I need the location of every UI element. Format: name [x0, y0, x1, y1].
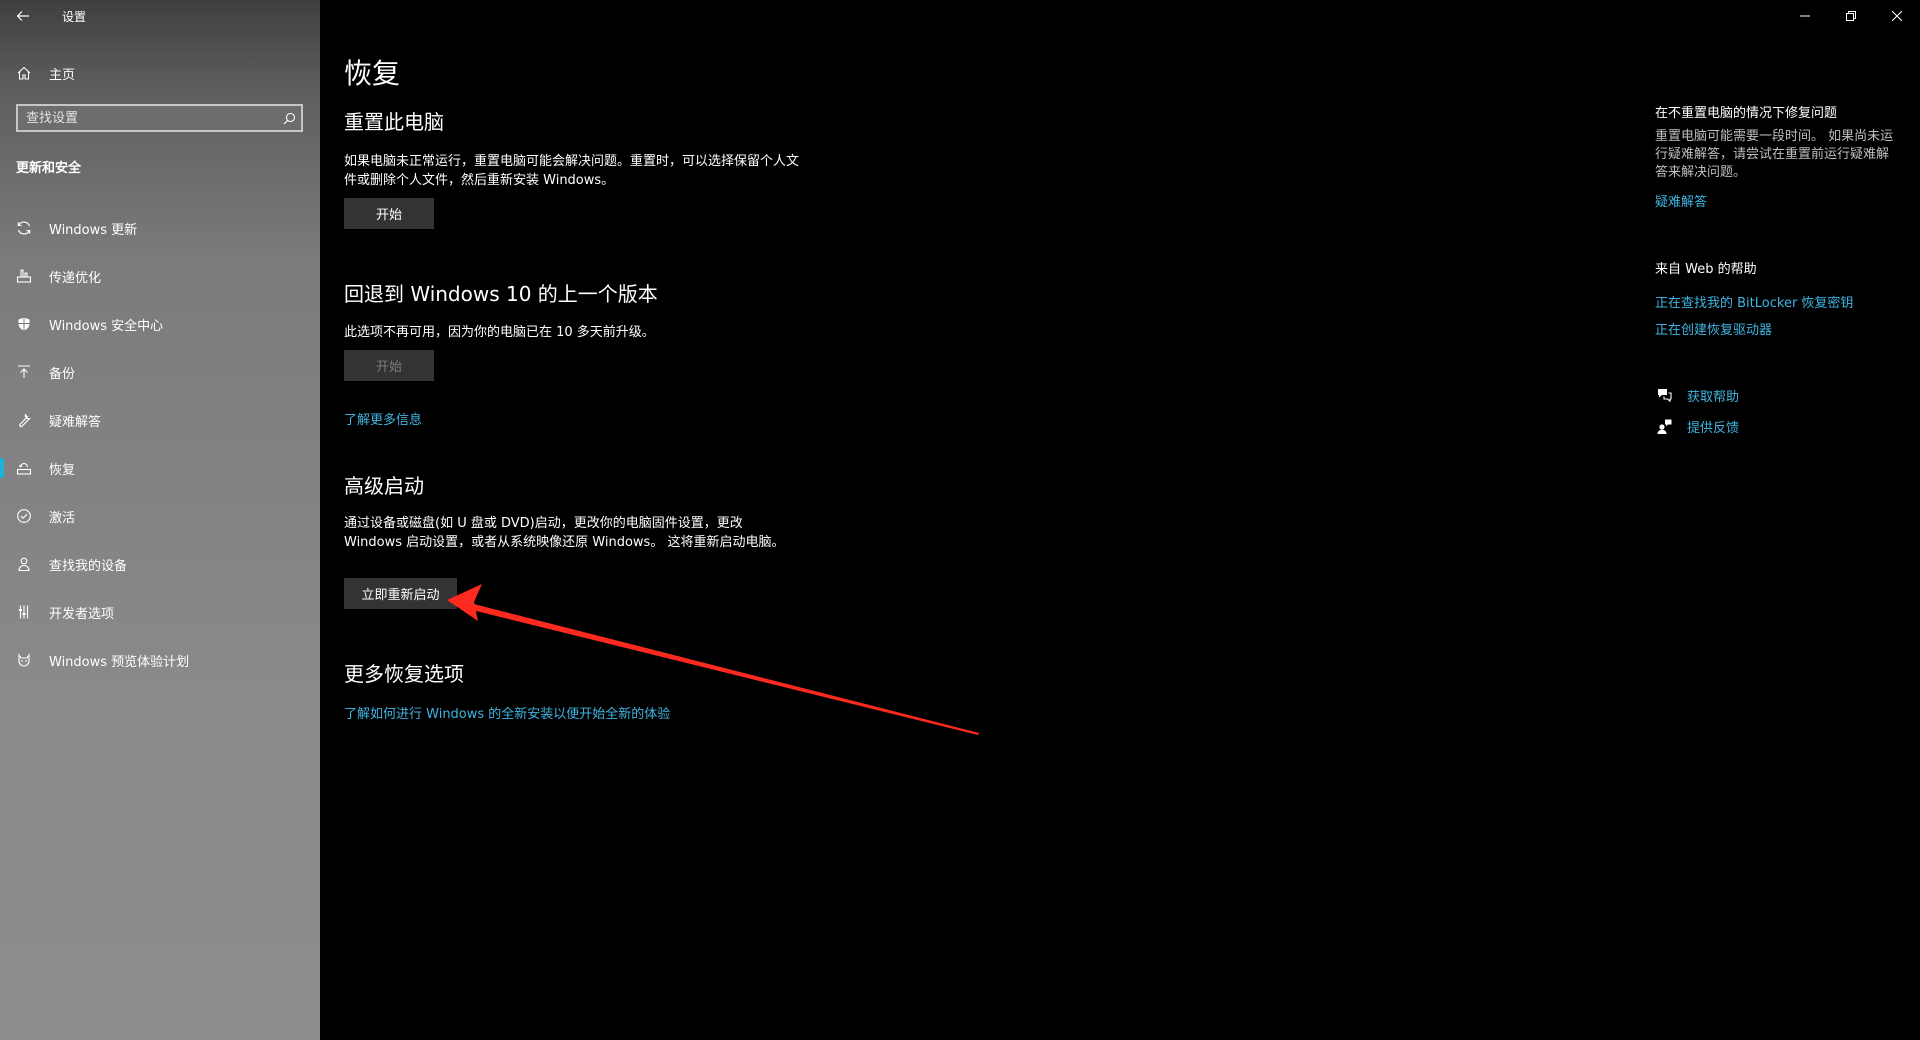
recovery-icon [15, 459, 33, 477]
minimize-button[interactable] [1782, 0, 1828, 32]
sidebar-item-windows-insider[interactable]: Windows 预览体验计划 [0, 636, 320, 684]
rollback-description: 此选项不再可用，因为你的电脑已在 10 多天前升级。 [344, 325, 655, 340]
settings-sidebar: 设置 主页 更新和安全 Windows 更新 传递优化 [0, 0, 320, 1040]
rollback-heading: 回退到 Windows 10 的上一个版本 [344, 282, 658, 306]
home-icon [15, 64, 33, 82]
restore-button[interactable] [1828, 0, 1874, 32]
check-circle-icon [15, 507, 33, 525]
insider-cat-icon [15, 651, 33, 669]
reset-pc-description: 如果电脑未正常运行，重置电脑可能会解决问题。重置时，可以选择保留个人文件或删除个… [344, 154, 800, 188]
reset-start-button[interactable]: 开始 [344, 198, 434, 229]
restart-now-button[interactable]: 立即重新启动 [344, 578, 457, 609]
shield-icon [15, 315, 33, 333]
search-input[interactable] [18, 109, 277, 127]
person-locate-icon [15, 555, 33, 573]
feedback-icon [1655, 418, 1673, 436]
sidebar-item-label: 恢复 [49, 462, 76, 478]
sidebar-item-label: 疑难解答 [49, 414, 102, 430]
close-button[interactable] [1874, 0, 1920, 32]
sidebar-item-developer-options[interactable]: 开发者选项 [0, 588, 320, 636]
page-title: 恢复 [344, 57, 401, 90]
sidebar-item-label: 查找我的设备 [49, 558, 128, 574]
reset-pc-heading: 重置此电脑 [344, 110, 444, 134]
back-button[interactable] [0, 0, 46, 32]
nav-home[interactable]: 主页 [0, 58, 320, 88]
restore-icon [1846, 11, 1856, 21]
fix-problems-description: 重置电脑可能需要一段时间。 如果尚未运行疑难解答，请尝试在重置前运行疑难解答来解… [1655, 129, 1894, 180]
developer-icon [15, 603, 33, 621]
fresh-start-link[interactable]: 了解如何进行 Windows 的全新安装以便开始全新的体验 [344, 703, 670, 722]
sidebar-item-delivery-optimization[interactable]: 传递优化 [0, 252, 320, 300]
get-help-link[interactable]: 获取帮助 [1687, 386, 1739, 405]
sidebar-item-recovery[interactable]: 恢复 [0, 444, 320, 492]
recovery-page: 恢复 重置此电脑 如果电脑未正常运行，重置电脑可能会解决问题。重置时，可以选择保… [344, 0, 1584, 1040]
sidebar-item-label: Windows 更新 [49, 222, 138, 238]
advanced-startup-heading: 高级启动 [344, 474, 424, 498]
feedback-row[interactable]: 提供反馈 [1655, 417, 1739, 436]
sidebar-item-label: 备份 [49, 366, 76, 382]
web-help-heading: 来自 Web 的帮助 [1655, 262, 1757, 277]
sidebar-item-label: 开发者选项 [49, 606, 115, 622]
fix-problems-heading: 在不重置电脑的情况下修复问题 [1655, 106, 1838, 121]
sidebar-item-label: Windows 预览体验计划 [49, 654, 190, 670]
sync-icon [15, 219, 33, 237]
sidebar-item-label: Windows 安全中心 [49, 318, 164, 334]
feedback-link[interactable]: 提供反馈 [1687, 417, 1739, 436]
sidebar-item-find-my-device[interactable]: 查找我的设备 [0, 540, 320, 588]
close-icon [1892, 11, 1902, 21]
titlebar: 设置 [0, 0, 320, 32]
more-recovery-heading: 更多恢复选项 [344, 662, 464, 686]
search-icon[interactable] [277, 106, 301, 130]
search-box[interactable] [16, 104, 303, 132]
sidebar-item-label: 传递优化 [49, 270, 102, 286]
sidebar-item-troubleshoot[interactable]: 疑难解答 [0, 396, 320, 444]
nav-home-label: 主页 [49, 67, 76, 83]
sidebar-item-label: 激活 [49, 510, 76, 526]
sidebar-item-backup[interactable]: 备份 [0, 348, 320, 396]
sidebar-item-windows-security[interactable]: Windows 安全中心 [0, 300, 320, 348]
window-controls [1782, 0, 1920, 32]
chat-help-icon [1655, 387, 1673, 405]
arrow-left-icon [16, 11, 29, 21]
minimize-icon [1800, 15, 1810, 17]
sidebar-section-title: 更新和安全 [16, 161, 82, 176]
delivery-optimization-icon [15, 267, 33, 285]
wrench-icon [15, 411, 33, 429]
troubleshoot-link[interactable]: 疑难解答 [1655, 191, 1707, 210]
app-title: 设置 [62, 9, 87, 24]
recovery-drive-link[interactable]: 正在创建恢复驱动器 [1655, 319, 1772, 338]
bitlocker-key-link[interactable]: 正在查找我的 BitLocker 恢复密钥 [1655, 292, 1853, 311]
get-help-row[interactable]: 获取帮助 [1655, 386, 1739, 405]
backup-arrow-icon [15, 363, 33, 381]
sidebar-nav: Windows 更新 传递优化 Windows 安全中心 备份 疑难解答 恢复 … [0, 204, 320, 684]
rollback-start-button: 开始 [344, 350, 434, 381]
learn-more-link[interactable]: 了解更多信息 [344, 409, 422, 428]
sidebar-item-activation[interactable]: 激活 [0, 492, 320, 540]
sidebar-item-windows-update[interactable]: Windows 更新 [0, 204, 320, 252]
advanced-startup-description: 通过设备或磁盘(如 U 盘或 DVD)启动，更改你的电脑固件设置，更改 Wind… [344, 516, 785, 550]
